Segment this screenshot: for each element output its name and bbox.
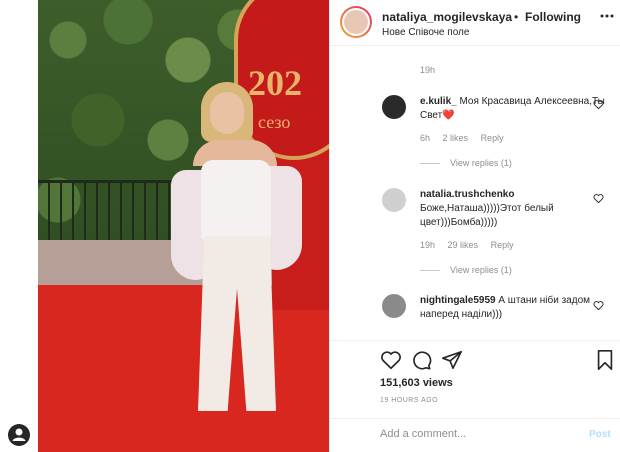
comment-body: nightingale5959 А штани ніби задом напер… [420, 294, 610, 322]
more-horizontal-icon[interactable] [599, 8, 615, 29]
user-icon[interactable] [8, 424, 30, 446]
comment-avatar[interactable] [382, 95, 406, 119]
event-logo-season: сезо [258, 112, 291, 132]
view-replies-button[interactable]: View replies (1) [420, 265, 512, 275]
like-comment-heart-icon[interactable] [593, 193, 604, 204]
replies-divider [420, 163, 440, 165]
header-separator: • [514, 10, 519, 24]
instagram-post-window: 202 сезо nataliya_mogilevskaya • Followi… [0, 0, 620, 452]
bookmark-icon[interactable] [594, 349, 616, 371]
comment-avatar[interactable] [382, 294, 406, 318]
view-replies-label: View replies (1) [450, 158, 512, 168]
post-header: nataliya_mogilevskaya • Following Нове С… [330, 0, 620, 46]
person-face [210, 92, 244, 134]
event-logo-year: 202 [248, 63, 302, 103]
post-comment-button[interactable]: Post [589, 429, 611, 440]
post-location[interactable]: Нове Співоче поле [382, 27, 469, 38]
following-button[interactable]: Following [525, 10, 581, 24]
comment-meta: 6h 2 likes Reply [420, 133, 514, 143]
comment-likes[interactable]: 2 likes [443, 133, 469, 143]
person-top [201, 160, 271, 240]
comment-reply-button[interactable]: Reply [491, 240, 514, 250]
comment-text: Боже,Наташа)))))Этот белый цвет)))Бомба)… [420, 203, 554, 228]
comment-time: 19h [420, 240, 436, 250]
post-video[interactable]: 202 сезо [38, 0, 329, 452]
post-actions: 151,603 views 19 HOURS AGO [330, 340, 620, 408]
author-username[interactable]: nataliya_mogilevskaya [382, 10, 512, 24]
view-count[interactable]: 151,603 views [380, 377, 453, 389]
like-comment-heart-icon[interactable] [593, 99, 604, 110]
author-avatar-image [342, 8, 370, 36]
view-replies-label: View replies (1) [450, 265, 512, 275]
red-carpet [38, 285, 329, 452]
add-comment-input[interactable] [380, 428, 580, 440]
post-timestamp[interactable]: 19 HOURS AGO [380, 397, 438, 404]
comment-username[interactable]: nightingale5959 [420, 295, 496, 306]
like-heart-icon[interactable] [380, 349, 402, 371]
comment-icon[interactable] [410, 349, 432, 371]
replies-divider [420, 270, 440, 272]
comment-likes[interactable]: 29 likes [448, 240, 479, 250]
comment-body: e.kulik_ Моя Красавица Алексеевна,Ты Све… [420, 95, 610, 123]
comment-time: 6h [420, 133, 431, 143]
comment-username[interactable]: natalia.trushchenko [420, 189, 514, 200]
add-comment-bar: Post [330, 418, 620, 452]
view-replies-button[interactable]: View replies (1) [420, 158, 512, 168]
comment-body: natalia.trushchenko Боже,Наташа)))))Этот… [420, 188, 610, 230]
share-icon[interactable] [441, 349, 463, 371]
comment-meta: 19h 29 likes Reply [420, 240, 524, 250]
post-side-panel: nataliya_mogilevskaya • Following Нове С… [329, 0, 620, 452]
comment-avatar[interactable] [382, 188, 406, 212]
previous-comment-time: 19h [420, 65, 436, 75]
user-glyph [12, 428, 26, 441]
comment-reply-button[interactable]: Reply [481, 133, 504, 143]
media-margin [0, 0, 38, 452]
author-avatar[interactable] [340, 6, 372, 38]
like-comment-heart-icon[interactable] [593, 300, 604, 311]
comments-list[interactable]: 19h e.kulik_ Моя Красавица Алексеевна,Ты… [330, 47, 620, 340]
comment-username[interactable]: e.kulik_ [420, 96, 457, 107]
